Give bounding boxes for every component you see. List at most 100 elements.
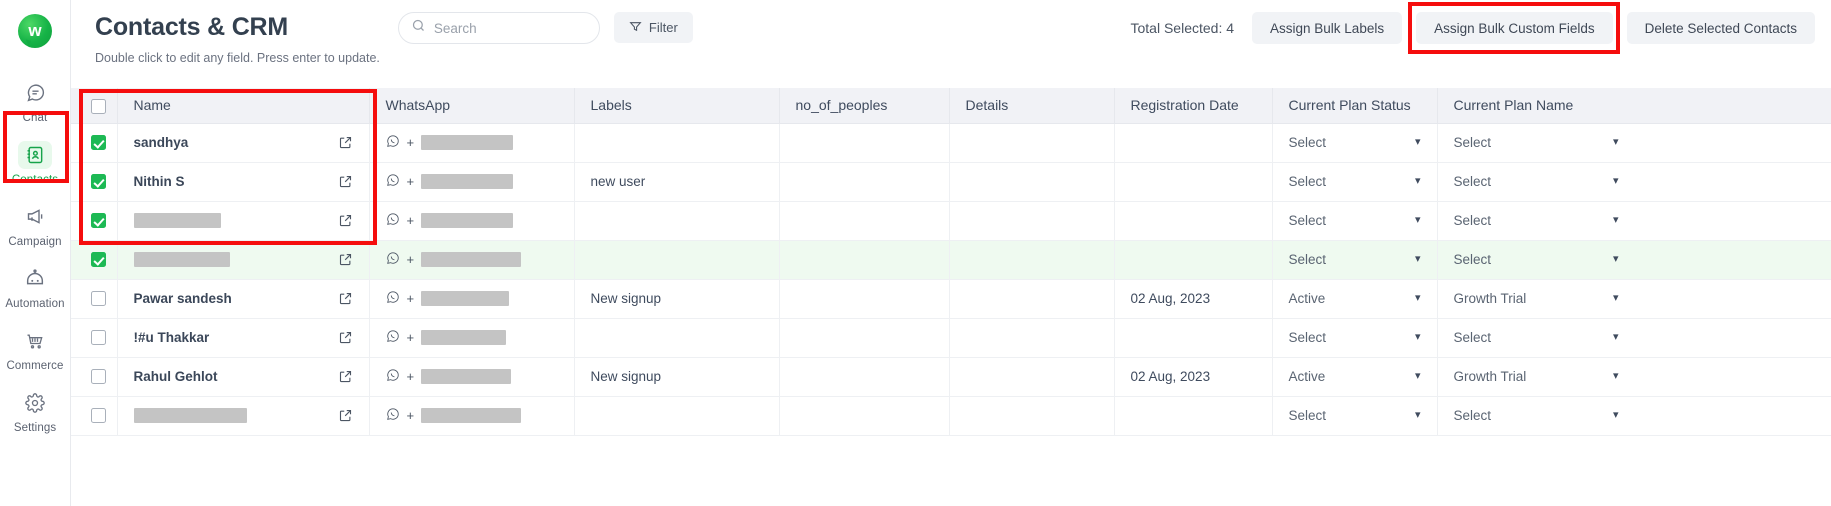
delete-selected-contacts-button[interactable]: Delete Selected Contacts [1626, 12, 1815, 44]
assign-bulk-labels-button[interactable]: Assign Bulk Labels [1252, 12, 1403, 44]
current-plan-name-cell[interactable]: Select ▾ [1437, 240, 1831, 280]
labels-cell[interactable] [574, 396, 780, 436]
table-row[interactable]: Pawar sandesh + New signup 02 Aug, 2023 Acti… [71, 279, 1831, 319]
row-checkbox[interactable] [91, 369, 106, 385]
table-row[interactable]: !#u Thakkar + Select ▾ Select ▾ [71, 318, 1831, 358]
registration-date-cell[interactable] [1114, 201, 1273, 241]
select-all-header[interactable] [71, 88, 118, 124]
registration-date-cell[interactable] [1114, 123, 1273, 163]
current-plan-name-cell[interactable]: Select ▾ [1437, 318, 1831, 358]
current-plan-name-cell[interactable]: Select ▾ [1437, 201, 1831, 241]
whatsapp-cell[interactable]: + [369, 123, 575, 163]
column-header-current-plan-name[interactable]: Current Plan Name [1437, 88, 1831, 124]
row-select-cell[interactable] [71, 357, 118, 397]
current-plan-status-cell[interactable]: Active ▾ [1272, 279, 1438, 319]
column-header-no-of-peoples[interactable]: no_of_peoples [779, 88, 950, 124]
current-plan-status-cell[interactable]: Select ▾ [1272, 162, 1438, 202]
row-checkbox[interactable] [91, 135, 106, 151]
details-cell[interactable] [949, 123, 1115, 163]
name-cell[interactable] [117, 201, 370, 241]
column-header-labels[interactable]: Labels [574, 88, 780, 124]
details-cell[interactable] [949, 162, 1115, 202]
current-plan-status-cell[interactable]: Select ▾ [1272, 396, 1438, 436]
table-row[interactable]: sandhya + Select ▾ Select ▾ [71, 123, 1831, 163]
row-checkbox[interactable] [91, 252, 106, 268]
whatsapp-cell[interactable]: + [369, 162, 575, 202]
row-select-cell[interactable] [71, 201, 118, 241]
labels-cell[interactable] [574, 318, 780, 358]
sidebar-item-settings[interactable]: Settings [0, 380, 71, 442]
column-header-name[interactable]: Name [117, 88, 370, 124]
labels-cell[interactable] [574, 201, 780, 241]
details-cell[interactable] [949, 357, 1115, 397]
row-checkbox[interactable] [91, 330, 106, 346]
registration-date-cell[interactable] [1114, 396, 1273, 436]
open-contact-icon[interactable] [338, 291, 353, 306]
search-box[interactable] [397, 12, 600, 44]
no-of-peoples-cell[interactable] [779, 162, 950, 202]
row-select-cell[interactable] [71, 279, 118, 319]
open-contact-icon[interactable] [338, 330, 353, 345]
no-of-peoples-cell[interactable] [779, 279, 950, 319]
name-cell[interactable] [117, 240, 370, 280]
labels-cell[interactable] [574, 123, 780, 163]
sidebar-item-contacts[interactable]: Contacts [0, 132, 71, 194]
registration-date-cell[interactable]: 02 Aug, 2023 [1114, 279, 1273, 319]
table-row[interactable]: Nithin S + new user Select ▾ Select ▾ [71, 162, 1831, 202]
name-cell[interactable]: !#u Thakkar [117, 318, 370, 358]
whatsapp-cell[interactable]: + [369, 357, 575, 397]
column-header-current-plan-status[interactable]: Current Plan Status [1272, 88, 1438, 124]
current-plan-name-cell[interactable]: Select ▾ [1437, 396, 1831, 436]
labels-cell[interactable] [574, 240, 780, 280]
table-row[interactable]: Rahul Gehlot + New signup 02 Aug, 2023 Activ… [71, 357, 1831, 397]
row-checkbox[interactable] [91, 408, 106, 424]
assign-bulk-custom-fields-button[interactable]: Assign Bulk Custom Fields [1416, 12, 1613, 44]
column-header-details[interactable]: Details [949, 88, 1115, 124]
row-checkbox[interactable] [91, 174, 106, 190]
no-of-peoples-cell[interactable] [779, 357, 950, 397]
sidebar-item-campaign[interactable]: Campaign [0, 194, 71, 256]
current-plan-name-cell[interactable]: Growth Trial ▾ [1437, 357, 1831, 397]
open-contact-icon[interactable] [338, 369, 353, 384]
sidebar-item-chat[interactable]: Chat [0, 70, 71, 132]
column-header-registration-date[interactable]: Registration Date [1114, 88, 1273, 124]
details-cell[interactable] [949, 279, 1115, 319]
no-of-peoples-cell[interactable] [779, 318, 950, 358]
row-select-cell[interactable] [71, 318, 118, 358]
labels-cell[interactable]: New signup [574, 279, 780, 319]
filter-button[interactable]: Filter [613, 12, 693, 43]
no-of-peoples-cell[interactable] [779, 123, 950, 163]
sidebar-item-commerce[interactable]: Commerce [0, 318, 71, 380]
select-all-checkbox[interactable] [91, 98, 106, 114]
table-row[interactable]: + Select ▾ Select ▾ [71, 396, 1831, 436]
current-plan-name-cell[interactable]: Select ▾ [1437, 123, 1831, 163]
current-plan-status-cell[interactable]: Select ▾ [1272, 123, 1438, 163]
no-of-peoples-cell[interactable] [779, 396, 950, 436]
open-contact-icon[interactable] [338, 135, 353, 150]
current-plan-status-cell[interactable]: Select ▾ [1272, 201, 1438, 241]
details-cell[interactable] [949, 201, 1115, 241]
no-of-peoples-cell[interactable] [779, 240, 950, 280]
current-plan-status-cell[interactable]: Select ▾ [1272, 318, 1438, 358]
name-cell[interactable]: Rahul Gehlot [117, 357, 370, 397]
name-cell[interactable]: sandhya [117, 123, 370, 163]
open-contact-icon[interactable] [338, 174, 353, 189]
row-select-cell[interactable] [71, 123, 118, 163]
row-select-cell[interactable] [71, 240, 118, 280]
row-select-cell[interactable] [71, 396, 118, 436]
name-cell[interactable]: Pawar sandesh [117, 279, 370, 319]
name-cell[interactable] [117, 396, 370, 436]
row-checkbox[interactable] [91, 291, 106, 307]
open-contact-icon[interactable] [338, 252, 353, 267]
current-plan-status-cell[interactable]: Select ▾ [1272, 240, 1438, 280]
labels-cell[interactable]: New signup [574, 357, 780, 397]
row-select-cell[interactable] [71, 162, 118, 202]
registration-date-cell[interactable]: 02 Aug, 2023 [1114, 357, 1273, 397]
details-cell[interactable] [949, 396, 1115, 436]
current-plan-name-cell[interactable]: Growth Trial ▾ [1437, 279, 1831, 319]
name-cell[interactable]: Nithin S [117, 162, 370, 202]
sidebar-item-automation[interactable]: Automation [0, 256, 71, 318]
search-input[interactable] [433, 20, 587, 36]
whatsapp-cell[interactable]: + [369, 240, 575, 280]
whatsapp-cell[interactable]: + [369, 201, 575, 241]
